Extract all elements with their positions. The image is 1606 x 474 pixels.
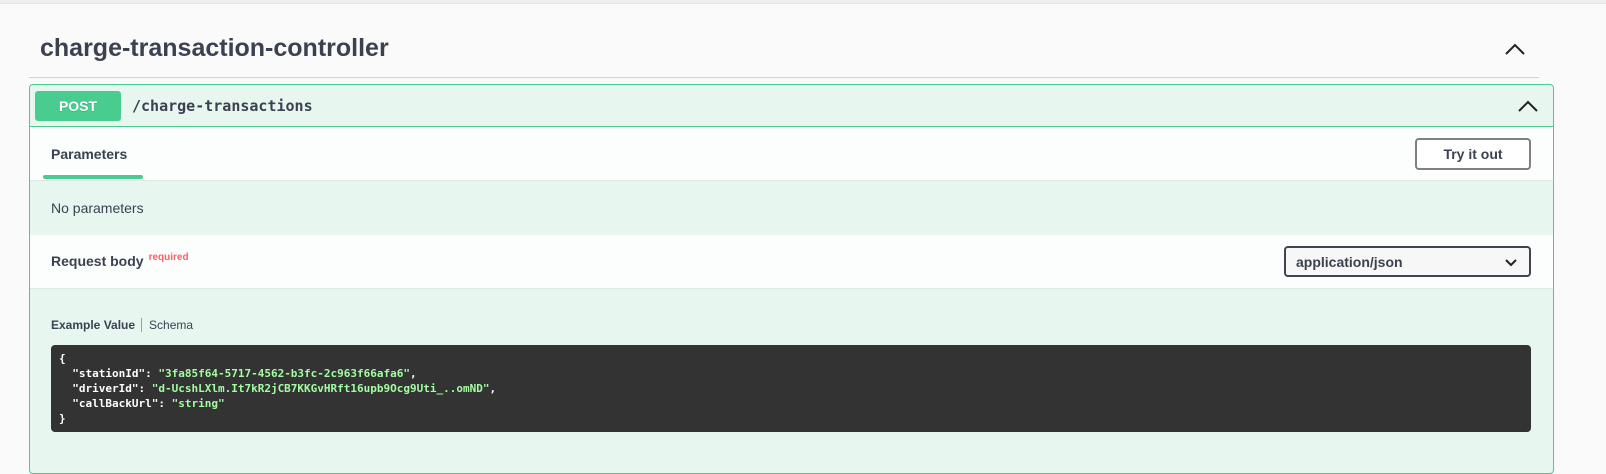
request-body-label-group: Request body required [51,251,189,271]
code-value: "d-UcshLXlm.It7kR2jCB7KKGvHRft16upb9Ocg9… [151,382,490,395]
chevron-down-icon [1505,254,1517,270]
request-body-header: Request body required application/json [30,235,1553,289]
code-line: "stationId": "3fa85f64-5717-4562-b3fc-2c… [72,367,417,380]
content-type-value: application/json [1296,253,1403,270]
tab-parameters[interactable]: Parameters [43,127,144,181]
operation-block: POST /charge-transactions Parameters Try… [29,84,1554,474]
tag-title: charge-transaction-controller [40,34,389,62]
tag-section-header[interactable]: charge-transaction-controller [29,20,1539,78]
required-label: required [148,251,189,263]
code-value: "string" [171,397,225,410]
code-open-brace: { [59,352,66,365]
parameters-header: Parameters Try it out [30,127,1553,181]
chevron-up-icon[interactable] [1503,37,1527,61]
no-parameters-text: No parameters [51,200,144,216]
request-body-title: Request body [51,252,144,269]
tab-example-value[interactable]: Example Value [51,318,135,332]
code-key: "stationId" [72,367,146,380]
content-type-select[interactable]: application/json [1284,246,1531,277]
code-trail: , [410,367,417,380]
code-close-brace: } [59,412,66,425]
code-line: "driverId": "d-UcshLXlm.It7kR2jCB7KKGvHR… [72,382,497,395]
top-divider [0,0,1606,4]
chevron-up-icon[interactable] [1516,94,1540,118]
try-it-out-button[interactable]: Try it out [1415,137,1531,170]
http-method-badge: POST [35,90,121,121]
code-key: "driverId" [72,382,139,395]
operation-path: /charge-transactions [132,96,313,115]
example-code-block[interactable]: { "stationId": "3fa85f64-5717-4562-b3fc-… [51,345,1531,432]
example-schema-tabs: Example Value Schema [51,317,1532,333]
tab-schema[interactable]: Schema [149,318,193,332]
code-trail: , [489,382,497,395]
tab-divider [141,318,143,332]
code-line: "callBackUrl": "string" [72,397,225,410]
request-body-content: Example Value Schema { "stationId": "3fa… [30,289,1553,432]
code-key: "callBackUrl" [72,397,159,410]
code-value: "3fa85f64-5717-4562-b3fc-2c963f66afa6" [158,367,411,380]
operation-summary[interactable]: POST /charge-transactions [30,85,1553,127]
